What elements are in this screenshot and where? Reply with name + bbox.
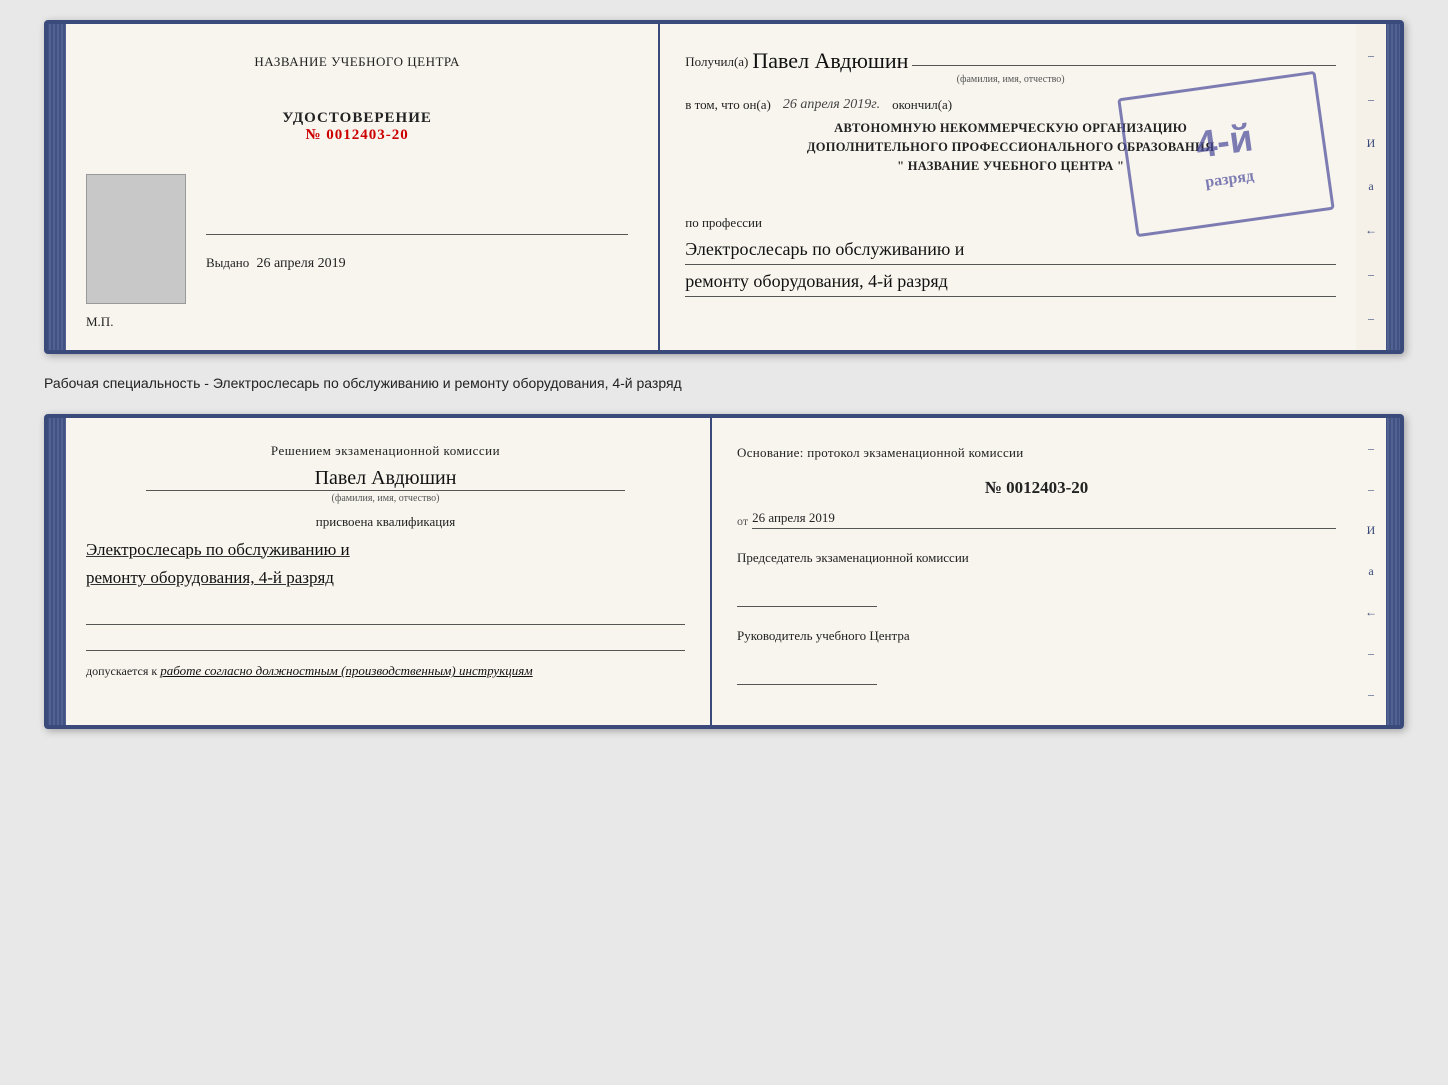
okoncil-label: окончил(а) — [892, 97, 952, 113]
vtom-label: в том, что он(а) — [685, 97, 771, 113]
top-left-page: НАЗВАНИЕ УЧЕБНОГО ЦЕНТРА УДОСТОВЕРЕНИЕ №… — [66, 24, 660, 350]
vydano-line: Выдано 26 апреля 2019 — [206, 255, 628, 272]
poluchil-line: Получил(а) Павел Авдюшин — [685, 44, 1336, 70]
mp-label: М.П. — [86, 314, 628, 330]
separator-label: Рабочая специальность - Электрослесарь п… — [44, 374, 1404, 394]
recipient-name: Павел Авдюшин — [752, 48, 908, 74]
left-spine — [48, 24, 66, 350]
predsedatel-label: Председатель экзаменационной комиссии — [737, 549, 1336, 567]
qualif-line1: Электрослесарь по обслуживанию и — [86, 536, 685, 565]
ot-date: 26 апреля 2019 — [752, 510, 1336, 529]
blank-line-2 — [86, 629, 685, 651]
profession-line1: Электрослесарь по обслуживанию и — [685, 235, 1336, 265]
top-certificate-book: НАЗВАНИЕ УЧЕБНОГО ЦЕНТРА УДОСТОВЕРЕНИЕ №… — [44, 20, 1404, 354]
osnovanie-text: Основание: протокол экзаменационной коми… — [737, 443, 1336, 463]
profession-line2: ремонту оборудования, 4-й разряд — [685, 267, 1336, 297]
poluchil-label: Получил(а) — [685, 54, 748, 70]
prisvoena-text: присвоена квалификация — [86, 514, 685, 530]
bottom-right-spine — [1386, 418, 1400, 726]
ot-line: от 26 апреля 2019 — [737, 510, 1336, 529]
fio-sub-bottom: (фамилия, имя, отчество) — [86, 493, 685, 504]
bottom-certificate-book: Решением экзаменационной комиссии Павел … — [44, 414, 1404, 730]
rukovoditel-signature-line — [737, 665, 877, 685]
resheniyem-title: Решением экзаменационной комиссии — [86, 443, 685, 459]
po-professii-block: по профессии Электрослесарь по обслужива… — [685, 215, 1336, 297]
photo-block: Выдано 26 апреля 2019 — [86, 174, 628, 304]
right-deco: – – И а ← – – — [1356, 24, 1386, 350]
name-block: Павел Авдюшин (фамилия, имя, отчество) — [86, 467, 685, 504]
rukovoditel-label: Руководитель учебного Центра — [737, 627, 1336, 645]
blank-line-1 — [86, 603, 685, 625]
podpis-block: Председатель экзаменационной комиссии Ру… — [737, 549, 1336, 685]
center-label: НАЗВАНИЕ УЧЕБНОГО ЦЕНТРА — [86, 54, 628, 70]
bottom-left-spine — [48, 418, 66, 726]
bottom-right-page: Основание: протокол экзаменационной коми… — [712, 418, 1356, 726]
bottom-left-page: Решением экзаменационной комиссии Павел … — [66, 418, 712, 726]
separator-text: Рабочая специальность - Электрослесарь п… — [44, 370, 1404, 398]
dopusk-label: допускается к — [86, 664, 157, 678]
dopuskaetsya-block: допускается к работе согласно должностны… — [86, 663, 685, 679]
bottom-name: Павел Авдюшин — [86, 467, 685, 490]
dash-line — [912, 65, 1336, 66]
udost-block: УДОСТОВЕРЕНИЕ № 0012403-20 — [86, 110, 628, 144]
udost-number: № 0012403-20 — [86, 127, 628, 144]
protocol-number: № 0012403-20 — [737, 478, 1336, 498]
ot-label: от — [737, 514, 748, 529]
photo-placeholder — [86, 174, 186, 304]
underline-name — [146, 490, 625, 491]
predsedatel-signature-line — [737, 587, 877, 607]
qualif-line2: ремонту оборудования, 4-й разряд — [86, 564, 685, 593]
stamp-overlay: 4-й разряд — [1117, 71, 1335, 237]
date-text: 26 апреля 2019г. — [783, 97, 880, 113]
dopusk-text: работе согласно должностным (производств… — [160, 663, 532, 678]
top-right-page: Получил(а) Павел Авдюшин (фамилия, имя, … — [660, 24, 1356, 350]
vydano-date: 26 апреля 2019 — [257, 256, 346, 271]
vydano-label: Выдано — [206, 255, 249, 270]
udost-title: УДОСТОВЕРЕНИЕ — [86, 110, 628, 127]
blank-lines — [86, 603, 685, 651]
qualif-block: Электрослесарь по обслуживанию и ремонту… — [86, 536, 685, 594]
right-spine — [1386, 24, 1400, 350]
bottom-right-deco: – – И а ← – – — [1356, 418, 1386, 726]
stamp-big-number: 4-й — [1192, 113, 1256, 174]
